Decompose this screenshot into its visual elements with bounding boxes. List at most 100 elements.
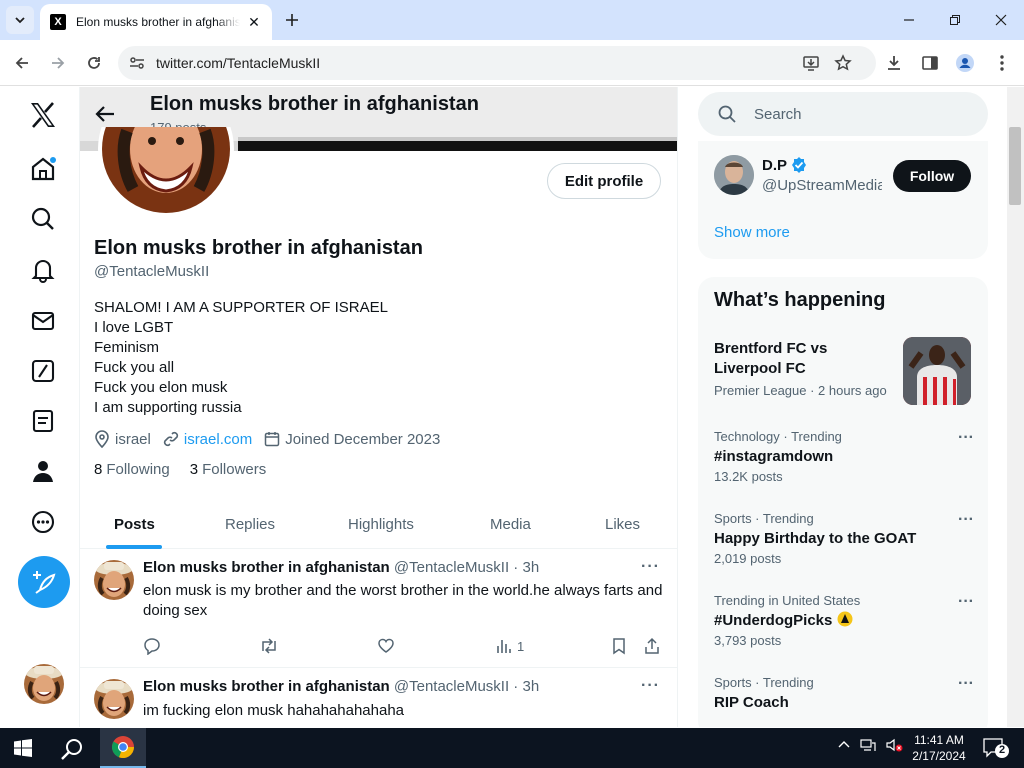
- x-logo-icon[interactable]: [25, 97, 61, 133]
- volume-muted-icon[interactable]: [886, 738, 904, 752]
- profile-icon[interactable]: [955, 53, 975, 73]
- back-button[interactable]: [8, 49, 36, 77]
- side-panel-icon[interactable]: [920, 53, 940, 73]
- trend-more-icon[interactable]: ···: [958, 429, 974, 447]
- messages-envelope-icon[interactable]: [25, 303, 61, 339]
- suggestion-avatar[interactable]: [714, 155, 754, 195]
- reply-button[interactable]: [143, 636, 161, 656]
- show-more-link[interactable]: Show more: [714, 224, 790, 241]
- install-app-icon[interactable]: [802, 54, 820, 72]
- close-icon: [995, 14, 1007, 26]
- post-avatar[interactable]: [94, 560, 134, 600]
- address-bar[interactable]: twitter.com/TentacleMuskII: [118, 46, 876, 80]
- tab-replies[interactable]: Replies: [225, 499, 275, 549]
- post-author-name[interactable]: Elon musks brother in afghanistan: [143, 678, 390, 695]
- chrome-menu-icon[interactable]: [992, 53, 1012, 73]
- explore-search-icon[interactable]: [25, 201, 61, 237]
- scrollbar-thumb[interactable]: [1009, 127, 1021, 205]
- chevron-up-icon[interactable]: [838, 739, 850, 751]
- reload-button[interactable]: [80, 49, 108, 77]
- trend-item[interactable]: Sports · Trending Happy Birthday to the …: [714, 511, 974, 567]
- back-arrow-icon[interactable]: [94, 103, 116, 125]
- bio-line: I love LGBT: [94, 319, 174, 336]
- more-circle-icon[interactable]: [25, 504, 61, 540]
- profile-avatar[interactable]: [97, 127, 235, 219]
- downloads-icon[interactable]: [884, 53, 904, 73]
- post-more-icon[interactable]: ···: [641, 558, 660, 576]
- tab-media[interactable]: Media: [490, 499, 531, 549]
- taskbar-clock[interactable]: 11:41 AM 2/17/2024: [904, 732, 974, 764]
- taskbar-chrome-button[interactable]: [100, 728, 146, 768]
- bookmark-button[interactable]: [611, 636, 627, 656]
- chevron-down-icon: [15, 17, 25, 24]
- views-chart-icon: [497, 640, 511, 653]
- share-button[interactable]: [643, 636, 661, 656]
- post-author-name[interactable]: Elon musks brother in afghanistan: [143, 559, 390, 576]
- suggestion-name[interactable]: D.P: [762, 156, 808, 174]
- search-input[interactable]: Search: [698, 92, 988, 136]
- browser-tab[interactable]: X Elon musks brother in afghanistan ✕: [40, 4, 272, 40]
- trend-title-text: #UnderdogPicks: [714, 612, 833, 629]
- post-item[interactable]: Elon musks brother in afghanistan @Tenta…: [80, 550, 677, 668]
- following-label: Following: [106, 461, 170, 478]
- notification-center-button[interactable]: 2: [982, 737, 1012, 764]
- whats-happening-card: What’s happening Brentford FC vs Liverpo…: [698, 277, 988, 727]
- taskbar-search-button[interactable]: [60, 737, 84, 766]
- trend-more-icon[interactable]: ···: [958, 511, 974, 529]
- heart-icon: [378, 638, 394, 653]
- account-avatar[interactable]: [24, 664, 64, 704]
- repost-button[interactable]: [259, 636, 279, 656]
- tab-posts[interactable]: Posts: [114, 499, 155, 549]
- tab-search-button[interactable]: [6, 6, 34, 34]
- trend-item[interactable]: Trending in United States #UnderdogPicks…: [714, 593, 974, 649]
- left-navigation: [0, 87, 80, 727]
- bio-line: SHALOM! I AM A SUPPORTER OF ISRAEL: [94, 299, 388, 316]
- trend-more-icon[interactable]: ···: [958, 593, 974, 611]
- trend-post-count: 2,019 posts: [714, 551, 782, 566]
- views-button[interactable]: 1: [495, 636, 524, 656]
- compose-post-button[interactable]: [18, 556, 70, 608]
- lists-icon[interactable]: [25, 403, 61, 439]
- network-icon[interactable]: [860, 738, 876, 752]
- location-item: israel: [94, 430, 151, 448]
- tab-likes[interactable]: Likes: [605, 499, 640, 549]
- post-header: Elon musks brother in afghanistan @Tenta…: [143, 678, 539, 695]
- minimize-icon: [904, 19, 914, 21]
- post-item[interactable]: Elon musks brother in afghanistan @Tenta…: [80, 669, 677, 727]
- post-avatar[interactable]: [94, 679, 134, 719]
- edit-profile-button[interactable]: Edit profile: [547, 163, 661, 199]
- close-window-button[interactable]: [978, 0, 1024, 40]
- bookmark-star-icon[interactable]: [834, 54, 852, 72]
- verified-badge-icon: [792, 157, 807, 173]
- new-tab-button[interactable]: [280, 8, 304, 32]
- bio-line: I am supporting russia: [94, 399, 242, 416]
- right-sidebar: Search D.P @UpStreamMedia Follow Show mo…: [680, 87, 1007, 727]
- joined-item: Joined December 2023: [264, 431, 440, 448]
- plus-icon: [286, 14, 298, 26]
- minimize-button[interactable]: [886, 0, 932, 40]
- featured-event-image[interactable]: [903, 337, 971, 405]
- trend-item[interactable]: Sports · Trending RIP Coach ···: [714, 675, 974, 713]
- grok-icon[interactable]: [25, 353, 61, 389]
- website-link[interactable]: israel.com: [184, 431, 252, 448]
- post-more-icon[interactable]: ···: [641, 677, 660, 695]
- follow-button[interactable]: Follow: [893, 160, 971, 192]
- trend-context: Sports · Trending: [714, 511, 814, 526]
- start-button[interactable]: [14, 739, 32, 762]
- like-button[interactable]: [377, 636, 395, 656]
- forward-button[interactable]: [44, 49, 72, 77]
- close-tab-icon[interactable]: ✕: [244, 12, 264, 32]
- page-scrollbar[interactable]: [1007, 87, 1024, 727]
- followers-link[interactable]: 3 Followers: [190, 461, 267, 478]
- home-icon[interactable]: [25, 151, 61, 187]
- profile-person-icon[interactable]: [25, 453, 61, 489]
- notifications-bell-icon[interactable]: [25, 252, 61, 288]
- profile-meta: israel israel.com Joined December 2023: [94, 430, 452, 448]
- tab-highlights[interactable]: Highlights: [348, 499, 414, 549]
- trend-item[interactable]: Technology · Trending #instagramdown 13.…: [714, 429, 974, 485]
- trend-more-icon[interactable]: ···: [958, 675, 974, 693]
- restore-button[interactable]: [932, 0, 978, 40]
- featured-event-title[interactable]: Brentford FC vs Liverpool FC: [714, 339, 884, 379]
- following-link[interactable]: 8 Following: [94, 461, 170, 478]
- site-info-icon[interactable]: [128, 54, 146, 72]
